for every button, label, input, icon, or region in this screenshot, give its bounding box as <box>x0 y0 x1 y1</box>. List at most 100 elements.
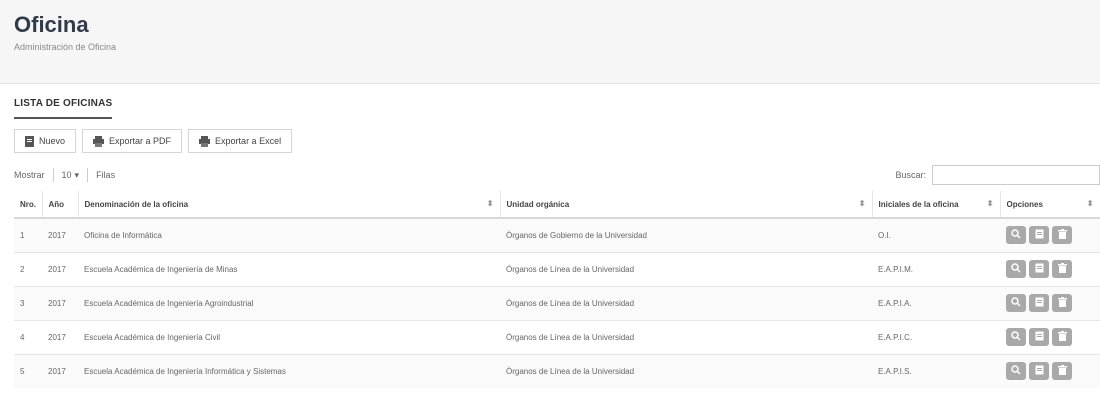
sort-icon: ⬍ <box>858 199 866 208</box>
cell-anio: 2017 <box>42 217 78 252</box>
cell-opciones <box>1000 353 1100 388</box>
chevron-down-icon: ▾ <box>74 169 80 180</box>
col-header-anio[interactable]: Año <box>42 191 79 219</box>
show-label: Mostrar <box>14 170 45 180</box>
table-header-row: Nro. Año Denominación de la oficina ⬍ Uni… <box>14 191 1100 219</box>
edit-button[interactable] <box>1029 226 1049 245</box>
delete-button[interactable] <box>1052 362 1072 381</box>
cell-nro: 4 <box>14 319 42 354</box>
trash-icon <box>1057 297 1067 309</box>
cell-opciones <box>1000 217 1100 252</box>
search-icon <box>1011 365 1021 377</box>
search-input[interactable] <box>932 165 1100 185</box>
cell-denominacion: Escuela Académica de Ingeniería Civil <box>78 319 500 354</box>
edit-button[interactable] <box>1029 294 1049 312</box>
col-header-unidad[interactable]: Unidad orgánica ⬍ <box>500 191 873 219</box>
cell-opciones <box>1000 319 1100 354</box>
table-row: 5 2017 Escuela Académica de Ingeniería I… <box>14 353 1100 388</box>
export-pdf-button[interactable]: Exportar a PDF <box>82 129 183 153</box>
delete-button[interactable] <box>1052 226 1072 245</box>
edit-button[interactable] <box>1029 260 1049 278</box>
table-row: 2 2017 Escuela Académica de Ingeniería d… <box>14 251 1100 286</box>
page-length-value: 10 <box>61 170 72 180</box>
edit-button[interactable] <box>1029 362 1049 381</box>
export-pdf-label: Exportar a PDF <box>109 136 172 146</box>
search-icon <box>1011 229 1021 241</box>
edit-icon <box>1035 229 1044 241</box>
sort-icon: ⬍ <box>486 199 494 208</box>
edit-button[interactable] <box>1029 328 1049 346</box>
search-icon <box>1011 331 1021 343</box>
printer-icon <box>93 135 105 147</box>
view-button[interactable] <box>1006 328 1026 346</box>
view-button[interactable] <box>1006 226 1026 245</box>
trash-icon <box>1057 365 1067 377</box>
records-label: Filas <box>96 170 116 180</box>
separator <box>87 168 89 182</box>
panel-title: LISTA DE OFICINAS <box>14 94 113 119</box>
export-excel-button[interactable]: Exportar a Excel <box>188 129 293 153</box>
delete-button[interactable] <box>1052 260 1072 278</box>
cell-nro: 5 <box>14 353 42 388</box>
view-button[interactable] <box>1006 294 1026 312</box>
edit-icon <box>1035 263 1044 275</box>
toolbar: Nuevo Exportar a PDF Exportar a Excel <box>14 129 1086 153</box>
page-header: Oficina Administración de Oficina <box>0 0 1100 84</box>
edit-icon <box>1035 365 1044 377</box>
trash-icon <box>1057 229 1067 241</box>
page-title: Oficina <box>14 12 89 37</box>
col-header-denominacion[interactable]: Denominación de la oficina ⬍ <box>78 191 501 219</box>
cell-nro: 3 <box>14 285 42 320</box>
cell-opciones <box>1000 251 1100 286</box>
cell-denominacion: Oficina de Informática <box>78 217 500 252</box>
offices-table: Nro. Año Denominación de la oficina ⬍ Uni… <box>14 191 1100 388</box>
new-button-label: Nuevo <box>39 136 66 146</box>
cell-iniciales: E.A.P.I.C. <box>872 319 1000 354</box>
cell-nro: 1 <box>14 217 42 252</box>
cell-opciones <box>1000 285 1100 320</box>
delete-button[interactable] <box>1052 328 1072 346</box>
cell-anio: 2017 <box>42 285 78 320</box>
search-label: Buscar: <box>895 170 926 180</box>
cell-anio: 2017 <box>42 319 78 354</box>
delete-button[interactable] <box>1052 294 1072 312</box>
cell-iniciales: O.I. <box>872 217 1000 252</box>
table-row: 3 2017 Escuela Académica de Ingeniería A… <box>14 285 1100 320</box>
new-button[interactable]: Nuevo <box>14 129 77 153</box>
file-icon <box>25 135 34 147</box>
export-excel-label: Exportar a Excel <box>215 136 282 146</box>
search-icon <box>1011 297 1021 309</box>
cell-anio: 2017 <box>42 251 78 286</box>
cell-nro: 2 <box>14 251 42 286</box>
cell-denominacion: Escuela Académica de Ingeniería de Minas <box>78 251 500 286</box>
trash-icon <box>1057 263 1067 275</box>
cell-iniciales: E.A.P.I.M. <box>872 251 1000 286</box>
cell-unidad: Órganos de Línea de la Universidad <box>500 251 872 286</box>
cell-iniciales: E.A.P.I.S. <box>872 353 1000 388</box>
view-button[interactable] <box>1006 260 1026 278</box>
edit-icon <box>1035 331 1044 343</box>
edit-icon <box>1035 297 1044 309</box>
cell-anio: 2017 <box>42 353 78 388</box>
col-header-opciones[interactable]: Opciones ⬍ <box>1000 191 1100 219</box>
printer-icon <box>199 135 211 147</box>
cell-denominacion: Escuela Académica de Ingeniería Informát… <box>78 353 500 388</box>
cell-denominacion: Escuela Académica de Ingeniería Agroindu… <box>78 285 500 320</box>
offices-panel: LISTA DE OFICINAS Nuevo Exportar a PDF E… <box>0 84 1100 388</box>
view-button[interactable] <box>1006 362 1026 381</box>
table-controls: Mostrar 10 ▾ Filas Buscar: <box>14 165 1100 185</box>
cell-unidad: Órganos de Línea de la Universidad <box>500 319 872 354</box>
cell-unidad: Órganos de Línea de la Universidad <box>500 353 872 388</box>
search-icon <box>1011 263 1021 275</box>
cell-unidad: Órganos de Gobierno de la Universidad <box>500 217 872 252</box>
cell-unidad: Órganos de Línea de la Universidad <box>500 285 872 320</box>
separator <box>52 168 54 182</box>
table-row: 1 2017 Oficina de Informática Órganos de… <box>14 217 1100 252</box>
cell-iniciales: E.A.P.I.A. <box>872 285 1000 320</box>
col-header-nro[interactable]: Nro. <box>14 191 43 219</box>
col-header-iniciales[interactable]: Iniciales de la oficina ⬍ <box>872 191 1001 219</box>
page-subtitle: Administración de Oficina <box>14 42 117 52</box>
page-length-select[interactable]: 10 ▾ <box>62 170 80 181</box>
sort-icon: ⬍ <box>986 199 994 208</box>
trash-icon <box>1057 331 1067 343</box>
